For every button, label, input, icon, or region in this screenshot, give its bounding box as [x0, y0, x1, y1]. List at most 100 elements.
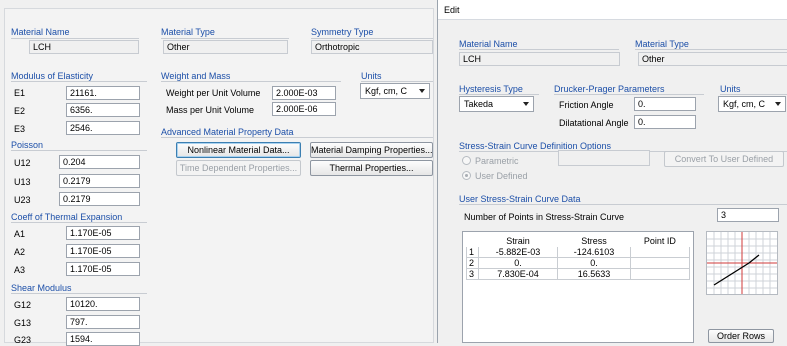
- point-id-cell[interactable]: [629, 257, 691, 269]
- dilatational-angle-label: Dilatational Angle: [559, 118, 629, 128]
- divider: [11, 222, 147, 223]
- dialog-material-type-title: Material Type: [635, 39, 689, 49]
- table-header: Stress: [557, 235, 631, 247]
- shear-g23-field[interactable]: 1594.: [66, 332, 140, 346]
- stress-strain-table: Strain Stress Point ID 1 -5.882E-03 -124…: [462, 231, 694, 343]
- units-title: Units: [361, 71, 382, 81]
- shear-g13-field[interactable]: 797.: [66, 315, 140, 329]
- thermal-label-a3: A3: [14, 265, 26, 275]
- divider: [459, 94, 539, 95]
- table-header: Point ID: [629, 235, 691, 247]
- divider: [459, 49, 619, 50]
- chevron-down-icon: [419, 89, 425, 93]
- row-index: 1: [466, 246, 479, 258]
- parametric-field: [558, 150, 650, 166]
- shear-label-g23: G23: [14, 335, 32, 345]
- material-damping-button[interactable]: Material Damping Properties...: [310, 142, 433, 158]
- order-rows-button[interactable]: Order Rows: [708, 329, 774, 343]
- divider: [161, 38, 289, 39]
- table-header: Strain: [477, 235, 559, 247]
- num-points-label: Number of Points in Stress-Strain Curve: [464, 212, 625, 222]
- divider: [11, 38, 139, 39]
- edit-dialog: Edit Material Name LCH Material Type Oth…: [437, 0, 787, 343]
- shear-label-g13: G13: [14, 318, 32, 328]
- weight-per-volume-field[interactable]: 2.000E-03: [272, 86, 336, 100]
- drucker-prager-title: Drucker-Prager Parameters: [554, 84, 665, 94]
- thermal-a1-field[interactable]: 1.170E-05: [66, 226, 140, 240]
- dialog-title: Edit: [444, 5, 460, 15]
- thermal-a3-field[interactable]: 1.170E-05: [66, 262, 140, 276]
- divider: [720, 94, 787, 95]
- table-header-row: Strain Stress Point ID: [466, 235, 691, 247]
- divider: [311, 38, 433, 39]
- divider: [11, 81, 147, 82]
- thermal-expansion-title: Coeff of Thermal Expansion: [11, 212, 123, 222]
- hysteresis-title: Hysteresis Type: [459, 84, 523, 94]
- table-header-corner: [466, 235, 479, 247]
- poisson-label-u12: U12: [14, 158, 31, 168]
- poisson-u23-field[interactable]: 0.2179: [59, 192, 140, 206]
- divider: [11, 150, 147, 151]
- friction-angle-field[interactable]: 0.: [634, 97, 696, 111]
- mass-per-volume-field[interactable]: 2.000E-06: [272, 102, 336, 116]
- point-id-cell[interactable]: [629, 246, 691, 258]
- row-index: 2: [466, 257, 479, 269]
- units-dropdown[interactable]: Kgf, cm, C: [360, 83, 430, 99]
- num-points-field[interactable]: 3: [717, 208, 779, 222]
- time-dependent-button[interactable]: Time Dependent Properties...: [176, 160, 301, 176]
- poisson-label-u13: U13: [14, 177, 31, 187]
- dilatational-angle-field[interactable]: 0.: [634, 115, 696, 129]
- material-name-field: LCH: [29, 40, 139, 54]
- parametric-label: Parametric: [475, 156, 519, 166]
- dialog-material-name-field: LCH: [459, 52, 620, 66]
- nonlinear-material-data-button[interactable]: Nonlinear Material Data...: [176, 142, 301, 158]
- dialog-material-type-field: Other: [638, 52, 787, 66]
- material-type-field: Other: [163, 40, 288, 54]
- units-value: Kgf, cm, C: [365, 86, 408, 96]
- table-row: 3 7.830E-04 16.5633: [466, 268, 691, 280]
- poisson-u12-field[interactable]: 0.204: [59, 155, 140, 169]
- stress-strain-plot: [706, 231, 778, 295]
- mass-per-volume-label: Mass per Unit Volume: [166, 105, 255, 115]
- shear-modulus-title: Shear Modulus: [11, 283, 72, 293]
- friction-angle-label: Friction Angle: [559, 100, 614, 110]
- divider: [161, 81, 341, 82]
- poisson-label-u23: U23: [14, 195, 31, 205]
- thermal-a2-field[interactable]: 1.170E-05: [66, 244, 140, 258]
- weight-per-volume-label: Weight per Unit Volume: [166, 88, 261, 98]
- modulus-e3-field[interactable]: 2546.: [66, 121, 140, 135]
- modulus-e1-field[interactable]: 21161.: [66, 86, 140, 100]
- strain-cell[interactable]: 0.: [477, 257, 559, 269]
- user-defined-radio[interactable]: [462, 171, 471, 180]
- thermal-properties-button[interactable]: Thermal Properties...: [310, 160, 433, 176]
- user-curve-title: User Stress-Strain Curve Data: [459, 194, 581, 204]
- modulus-label-e2: E2: [14, 106, 26, 116]
- chevron-down-icon: [523, 102, 529, 106]
- strain-cell[interactable]: -5.882E-03: [477, 246, 559, 258]
- shear-g12-field[interactable]: 10120.: [66, 297, 140, 311]
- stress-strain-plot-svg: [707, 232, 777, 294]
- chevron-down-icon: [775, 102, 781, 106]
- table-row: 1 -5.882E-03 -124.6103: [466, 246, 691, 258]
- divider: [161, 137, 433, 138]
- thermal-label-a2: A2: [14, 247, 26, 257]
- modulus-label-e3: E3: [14, 124, 26, 134]
- dialog-units-value: Kgf, cm, C: [723, 99, 766, 109]
- hysteresis-dropdown[interactable]: Takeda: [459, 96, 534, 112]
- divider: [361, 81, 433, 82]
- strain-cell[interactable]: 7.830E-04: [477, 268, 559, 280]
- poisson-u13-field[interactable]: 0.2179: [59, 174, 140, 188]
- modulus-e2-field[interactable]: 6356.: [66, 103, 140, 117]
- dialog-units-dropdown[interactable]: Kgf, cm, C: [718, 96, 786, 112]
- table-row: 2 0. 0.: [466, 257, 691, 269]
- parametric-radio[interactable]: [462, 156, 471, 165]
- stress-cell[interactable]: -124.6103: [557, 246, 631, 258]
- stress-cell[interactable]: 16.5633: [557, 268, 631, 280]
- material-property-panel: Material Name LCH Material Type Other Sy…: [0, 0, 436, 346]
- convert-to-user-defined-button[interactable]: Convert To User Defined: [664, 151, 784, 167]
- dialog-title-bar: Edit: [438, 0, 787, 20]
- poisson-title: Poisson: [11, 140, 44, 150]
- row-index: 3: [466, 268, 479, 280]
- stress-cell[interactable]: 0.: [557, 257, 631, 269]
- point-id-cell[interactable]: [629, 268, 691, 280]
